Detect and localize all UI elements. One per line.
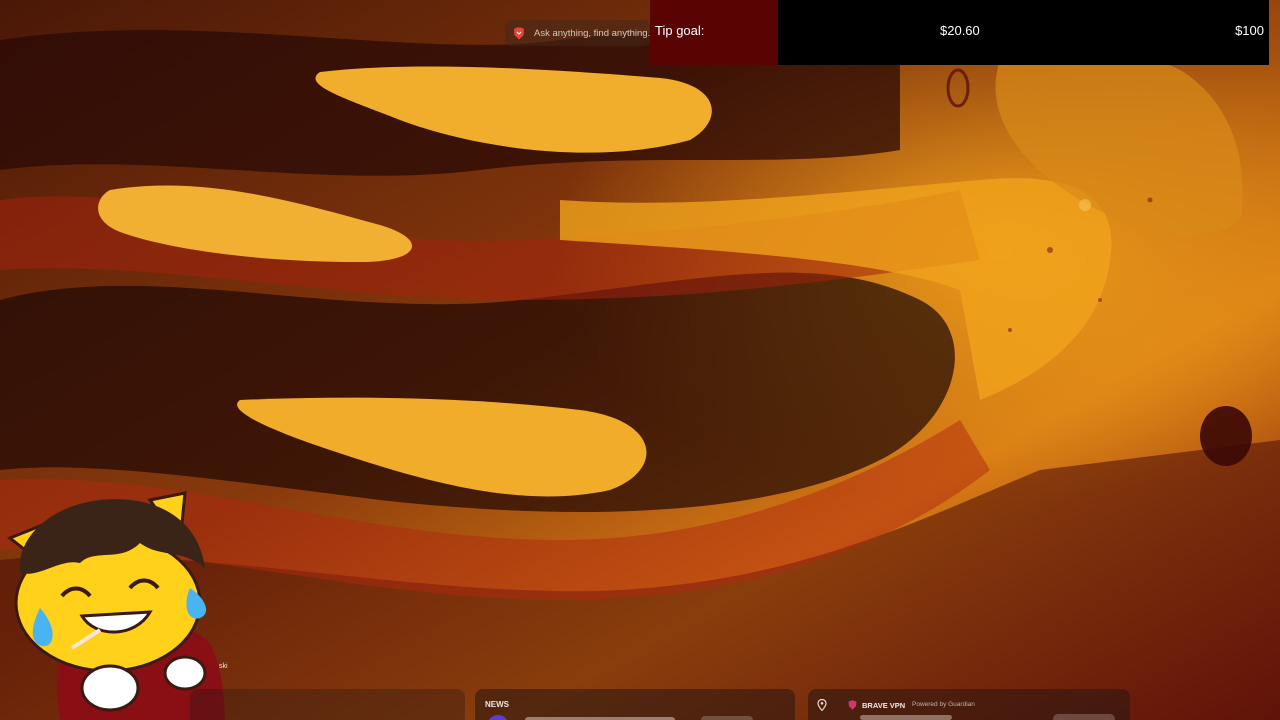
tip-goal-current: $20.60: [940, 23, 980, 38]
tip-goal-target: $100: [1235, 23, 1264, 38]
news-widget[interactable]: NEWS: [475, 689, 795, 720]
new-tab-page: Tip goal: $20.60 $100 ski NEWS: [0, 0, 1280, 720]
cat-mascot-image: [7, 491, 226, 720]
news-action-button[interactable]: [701, 716, 753, 720]
brave-shield-icon: [848, 700, 857, 710]
tip-goal-bar: Tip goal: $20.60 $100: [650, 0, 1269, 65]
stats-widget[interactable]: [190, 689, 465, 720]
mascot-caption: ski: [219, 663, 228, 670]
vpn-description: [860, 715, 952, 720]
vpn-widget[interactable]: BRAVE VPN Powered by Guardian: [808, 689, 1130, 720]
search-input[interactable]: [534, 27, 650, 39]
vpn-connect-button[interactable]: [1053, 714, 1115, 720]
search-box[interactable]: [505, 20, 650, 46]
news-source-avatar: [487, 715, 509, 720]
location-pin-icon: [817, 699, 827, 711]
tip-goal-label: Tip goal:: [655, 23, 705, 38]
vpn-widget-title: BRAVE VPN: [862, 701, 906, 710]
news-widget-title: NEWS: [485, 700, 509, 709]
brave-lion-icon: [514, 27, 524, 39]
vpn-powered-by: Powered by Guardian: [912, 701, 975, 708]
